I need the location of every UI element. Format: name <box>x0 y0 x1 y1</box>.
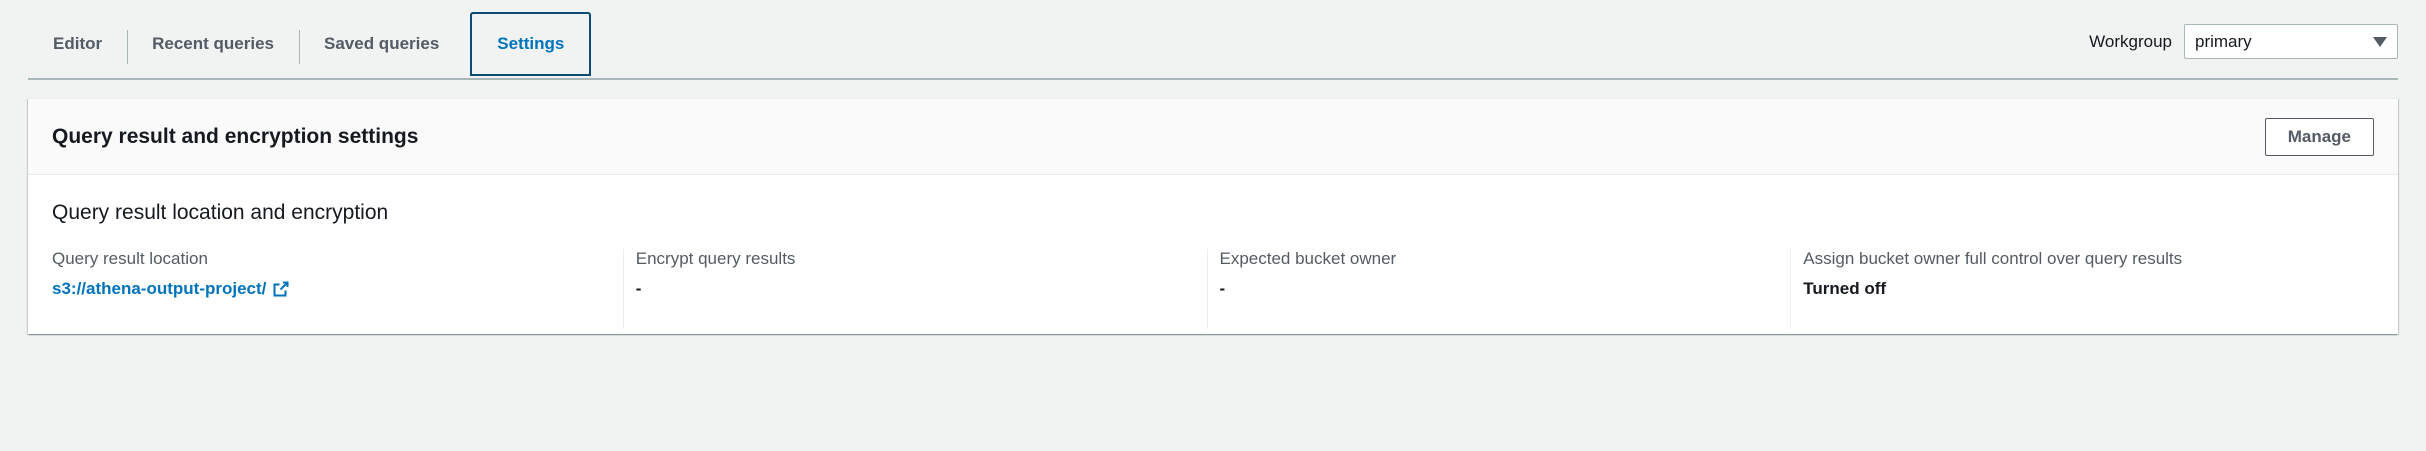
field-value: s3://athena-output-project/ <box>52 279 611 299</box>
field-value: - <box>1219 279 1226 298</box>
field-label: Query result location <box>52 249 208 268</box>
section-title: Query result location and encryption <box>52 201 389 224</box>
panel-body: Query result location and encryption Que… <box>28 199 2398 329</box>
field-query-result-location: Query result location s3://athena-output… <box>52 249 623 329</box>
top-bar: Editor Recent queries Saved queries Sett… <box>28 0 2398 80</box>
field-label: Encrypt query results <box>635 249 796 268</box>
workgroup-selected-value: primary <box>2195 31 2252 51</box>
tab-list: Editor Recent queries Saved queries Sett… <box>28 12 592 76</box>
tab-settings[interactable]: Settings <box>470 12 592 76</box>
workgroup-selector: Workgroup primary <box>2089 24 2398 59</box>
field-label: Assign bucket owner full control over qu… <box>1803 249 2183 268</box>
tab-recent-queries[interactable]: Recent queries <box>127 12 299 76</box>
tab-saved-queries[interactable]: Saved queries <box>299 12 464 76</box>
field-label: Expected bucket owner <box>1219 249 1397 268</box>
manage-button[interactable]: Manage <box>2264 117 2374 156</box>
settings-columns: Query result location s3://athena-output… <box>52 249 2374 329</box>
tab-editor[interactable]: Editor <box>28 12 127 76</box>
caret-down-icon <box>2373 36 2387 47</box>
field-value: Turned off <box>1803 279 1887 298</box>
link-text: s3://athena-output-project/ <box>52 279 267 298</box>
panel-title: Query result and encryption settings <box>52 124 419 148</box>
field-bucket-owner-full-control: Assign bucket owner full control over qu… <box>1790 249 2374 329</box>
settings-panel: Query result and encryption settings Man… <box>28 98 2398 334</box>
workgroup-label: Workgroup <box>2089 31 2172 51</box>
field-value: - <box>635 279 642 298</box>
query-result-location-link[interactable]: s3://athena-output-project/ <box>52 279 289 299</box>
panel-header: Query result and encryption settings Man… <box>28 99 2398 175</box>
field-expected-bucket-owner: Expected bucket owner - <box>1206 249 1791 329</box>
field-encrypt-query-results: Encrypt query results - <box>622 249 1207 329</box>
external-link-icon <box>273 281 289 297</box>
workgroup-select[interactable]: primary <box>2184 24 2398 59</box>
